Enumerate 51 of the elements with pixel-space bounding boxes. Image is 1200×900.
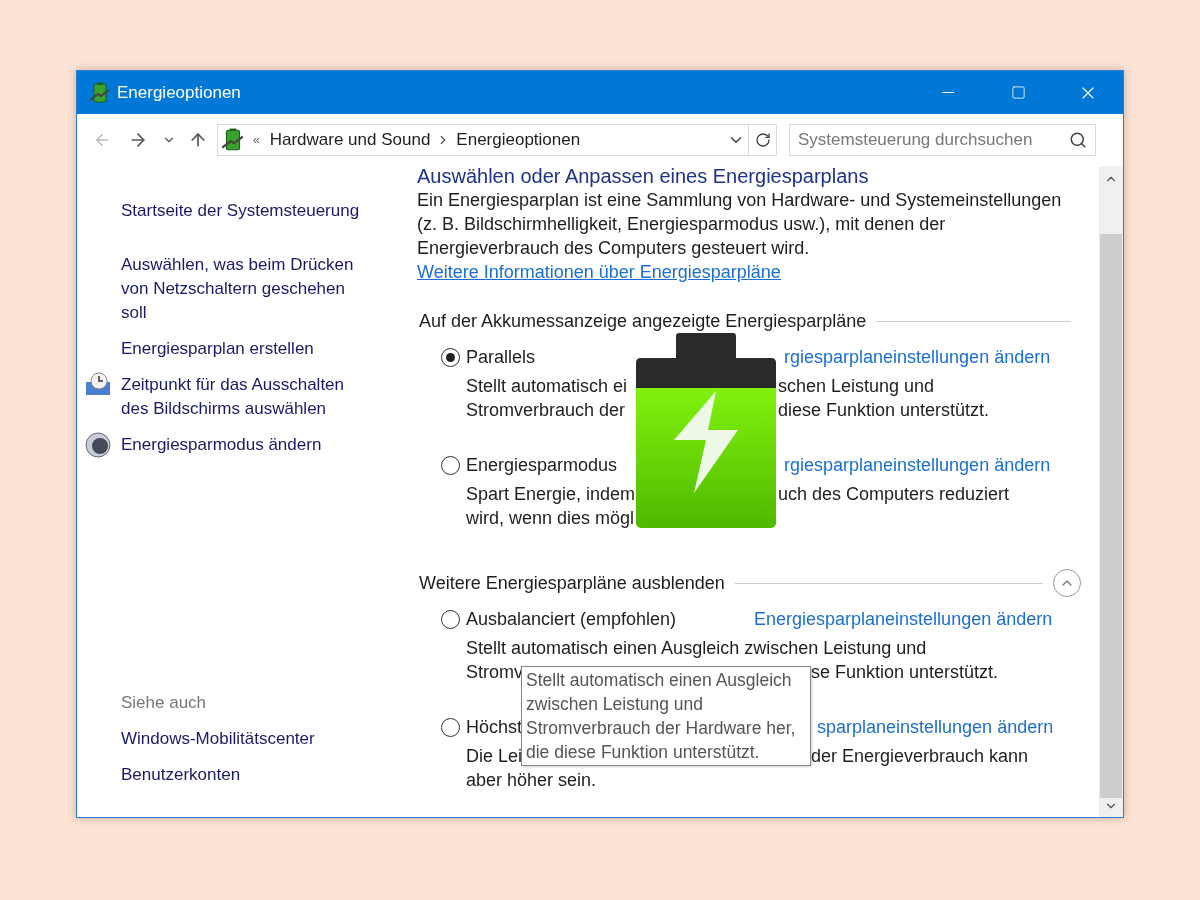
plan-description: se Funktion unterstützt. <box>811 660 999 684</box>
moon-icon <box>85 432 111 458</box>
plan-description: aber höher sein. <box>466 768 597 792</box>
search-field[interactable]: Systemsteuerung durchsuchen <box>789 124 1096 156</box>
plan-name: Energiesparmodus <box>466 453 618 477</box>
plan-name: Parallels <box>466 345 536 369</box>
tooltip: Stellt automatisch einen Ausgleich zwischen Leistung und Stromverbrauch der Hardware her, die diese Funktion unterstützt. <box>521 666 811 766</box>
minimize-icon <box>942 92 954 93</box>
battery-plug-icon <box>221 128 245 152</box>
plan-description: der Energieverbrauch kann <box>811 744 1029 768</box>
plan-description: uch des Computers reduziert <box>778 482 1010 506</box>
see-also-heading: Siehe auch <box>121 692 208 714</box>
plan-settings-link[interactable]: rgiesparplaneinstellungen ändern <box>784 343 1051 371</box>
group-heading: Weitere Energiesparpläne ausblenden <box>419 571 725 595</box>
plan-description: Spart Energie, indem <box>466 482 636 506</box>
sidebar-link[interactable]: Benutzerkonten <box>121 763 415 787</box>
plan-description: wird, wenn dies mögl <box>466 506 635 530</box>
plan-name: Ausbalanciert (empfohlen) <box>466 607 677 631</box>
battery-plug-icon <box>89 81 111 104</box>
sidebar-link[interactable]: Startseite der Systemsteuerung <box>121 199 366 223</box>
page-heading: Auswählen oder Anpassen eines Energiesparplans <box>417 166 869 186</box>
refresh-icon <box>754 132 771 148</box>
plan-description: Stellt automatisch ei <box>466 374 628 398</box>
plan-settings-link[interactable]: Energiesparplaneinstellungen ändern <box>754 605 1053 633</box>
plan-name: Höchst <box>466 715 523 739</box>
maximize-icon <box>1010 85 1026 100</box>
plan-settings-link[interactable]: sparplaneinstellungen ändern <box>817 713 1054 741</box>
group-heading: Auf der Akkumessanzeige angezeigte Energiesparpläne <box>419 309 867 333</box>
plan-description: Stellt automatisch einen Ausgleich zwischen Leistung und <box>466 636 927 660</box>
info-link[interactable]: Weitere Informationen über Energiesparpläne <box>417 262 781 282</box>
breadcrumb-item[interactable]: Energieoptionen <box>456 127 581 153</box>
search-icon <box>1069 131 1087 149</box>
window-title: Energieoptionen <box>117 81 241 104</box>
scrollbar-thumb[interactable] <box>1100 234 1122 798</box>
sidebar-link[interactable]: Energiesparplan erstellen <box>121 337 366 361</box>
sidebar-link[interactable]: Auswählen, was beim Drücken von Netzschaltern geschehen soll <box>121 253 366 325</box>
plan-settings-link[interactable]: rgiesparplaneinstellungen ändern <box>784 451 1051 479</box>
plan-description: Stromv <box>466 660 523 684</box>
breadcrumb-item[interactable]: Hardware und Sound <box>269 127 431 153</box>
clock-monitor-icon <box>85 372 111 396</box>
plan-description: schen Leistung und <box>778 374 935 398</box>
sidebar-link[interactable]: Zeitpunkt für das Ausschalten des Bildschirms auswählen <box>121 373 366 421</box>
overflow-chevrons[interactable]: « <box>253 131 260 149</box>
intro-text: Ein Energiesparplan ist eine Sammlung von Hardware- und Systemeinstellungen (z. B. Bildschirmhelligkeit, Energiesparmodus usw.), mit denen der Energieverbrauch des Computers gesteuert wird. Weitere Informationen über Energiesparpläne <box>417 189 1063 284</box>
address-bar[interactable]: « Hardware und Sound Energieoptionen <box>217 124 777 156</box>
plan-description: Stromverbrauch der <box>466 398 626 422</box>
sidebar-link[interactable]: Windows-Mobilitätscenter <box>121 727 415 751</box>
scrollbar[interactable] <box>1099 166 1123 817</box>
sidebar-link[interactable]: Energiesparmodus ändern <box>121 433 366 457</box>
plan-description: Die Lei <box>466 744 523 768</box>
plan-description: diese Funktion unterstützt. <box>778 398 990 422</box>
